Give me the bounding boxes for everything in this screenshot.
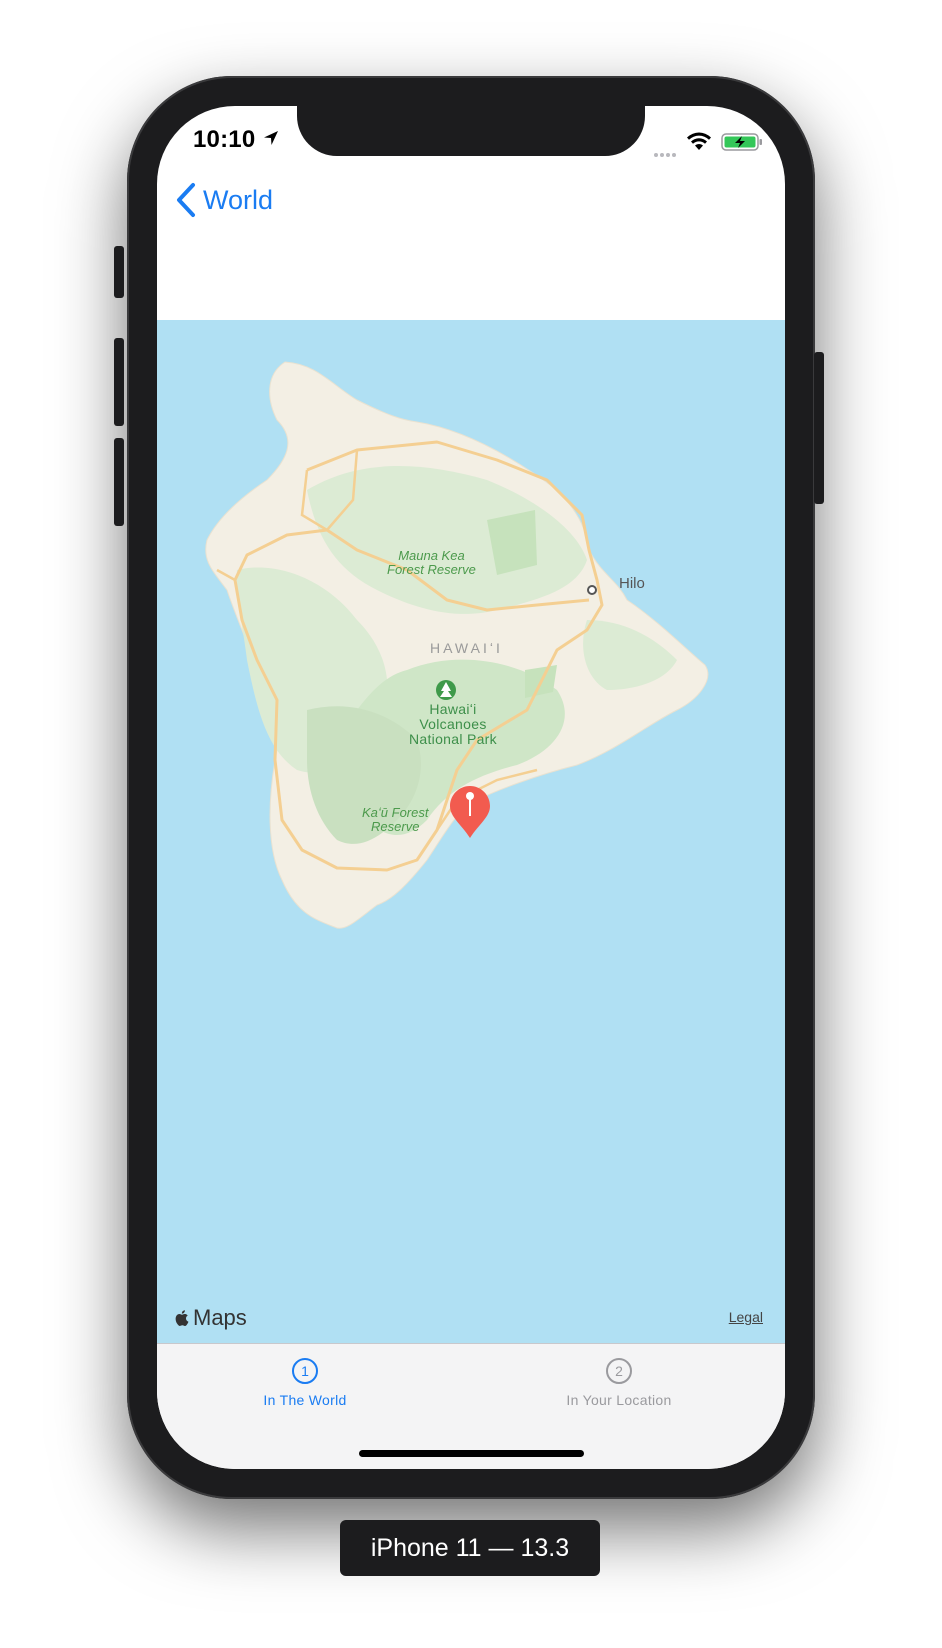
map-pin-icon[interactable] — [447, 784, 493, 840]
cellular-signal-icon — [654, 144, 678, 162]
location-arrow-icon — [264, 131, 278, 145]
side-button-volume-down — [114, 438, 124, 526]
back-button-label: World — [203, 184, 274, 215]
region-label: HAWAIʻI — [430, 640, 503, 656]
tab-1-number-icon: 1 — [292, 1358, 318, 1384]
wifi-icon — [687, 132, 711, 150]
national-park-label: Hawaiʻi Volcanoes National Park — [409, 701, 497, 747]
battery-charging-icon — [721, 133, 762, 151]
kau-forest-reserve-label: Kaʻū Forest Reserve — [362, 805, 429, 834]
side-button-mute — [114, 246, 124, 298]
apple-logo-icon — [175, 1310, 189, 1326]
chevron-left-icon — [177, 183, 195, 217]
notch — [297, 106, 645, 156]
map-view[interactable]: Mauna Kea Forest Reserve Hilo HAWAIʻI Haw… — [157, 320, 785, 1343]
maps-logo-text: Maps — [193, 1305, 247, 1330]
status-time: 10:10 — [193, 126, 256, 153]
tab-in-the-world-label: In The World — [263, 1392, 347, 1408]
tab-in-the-world[interactable]: 1 In The World — [205, 1358, 405, 1408]
back-button[interactable]: World — [175, 180, 273, 220]
city-label: Hilo — [619, 575, 645, 592]
tab-in-your-location[interactable]: 2 In Your Location — [519, 1358, 719, 1408]
forest-reserve-label: Mauna Kea Forest Reserve — [387, 548, 476, 577]
side-button-volume-up — [114, 338, 124, 426]
device-label: iPhone 11 — 13.3 — [340, 1520, 600, 1576]
tab-2-number-icon: 2 — [606, 1358, 632, 1384]
legal-link[interactable]: Legal — [729, 1309, 763, 1325]
tab-in-your-location-label: In Your Location — [566, 1392, 672, 1408]
screen: 10:10 World Mauna Kea Forest Reserve Hil… — [157, 106, 785, 1469]
maps-logo: Maps — [173, 1305, 247, 1331]
side-button-power — [814, 352, 824, 504]
home-indicator[interactable] — [359, 1450, 584, 1457]
